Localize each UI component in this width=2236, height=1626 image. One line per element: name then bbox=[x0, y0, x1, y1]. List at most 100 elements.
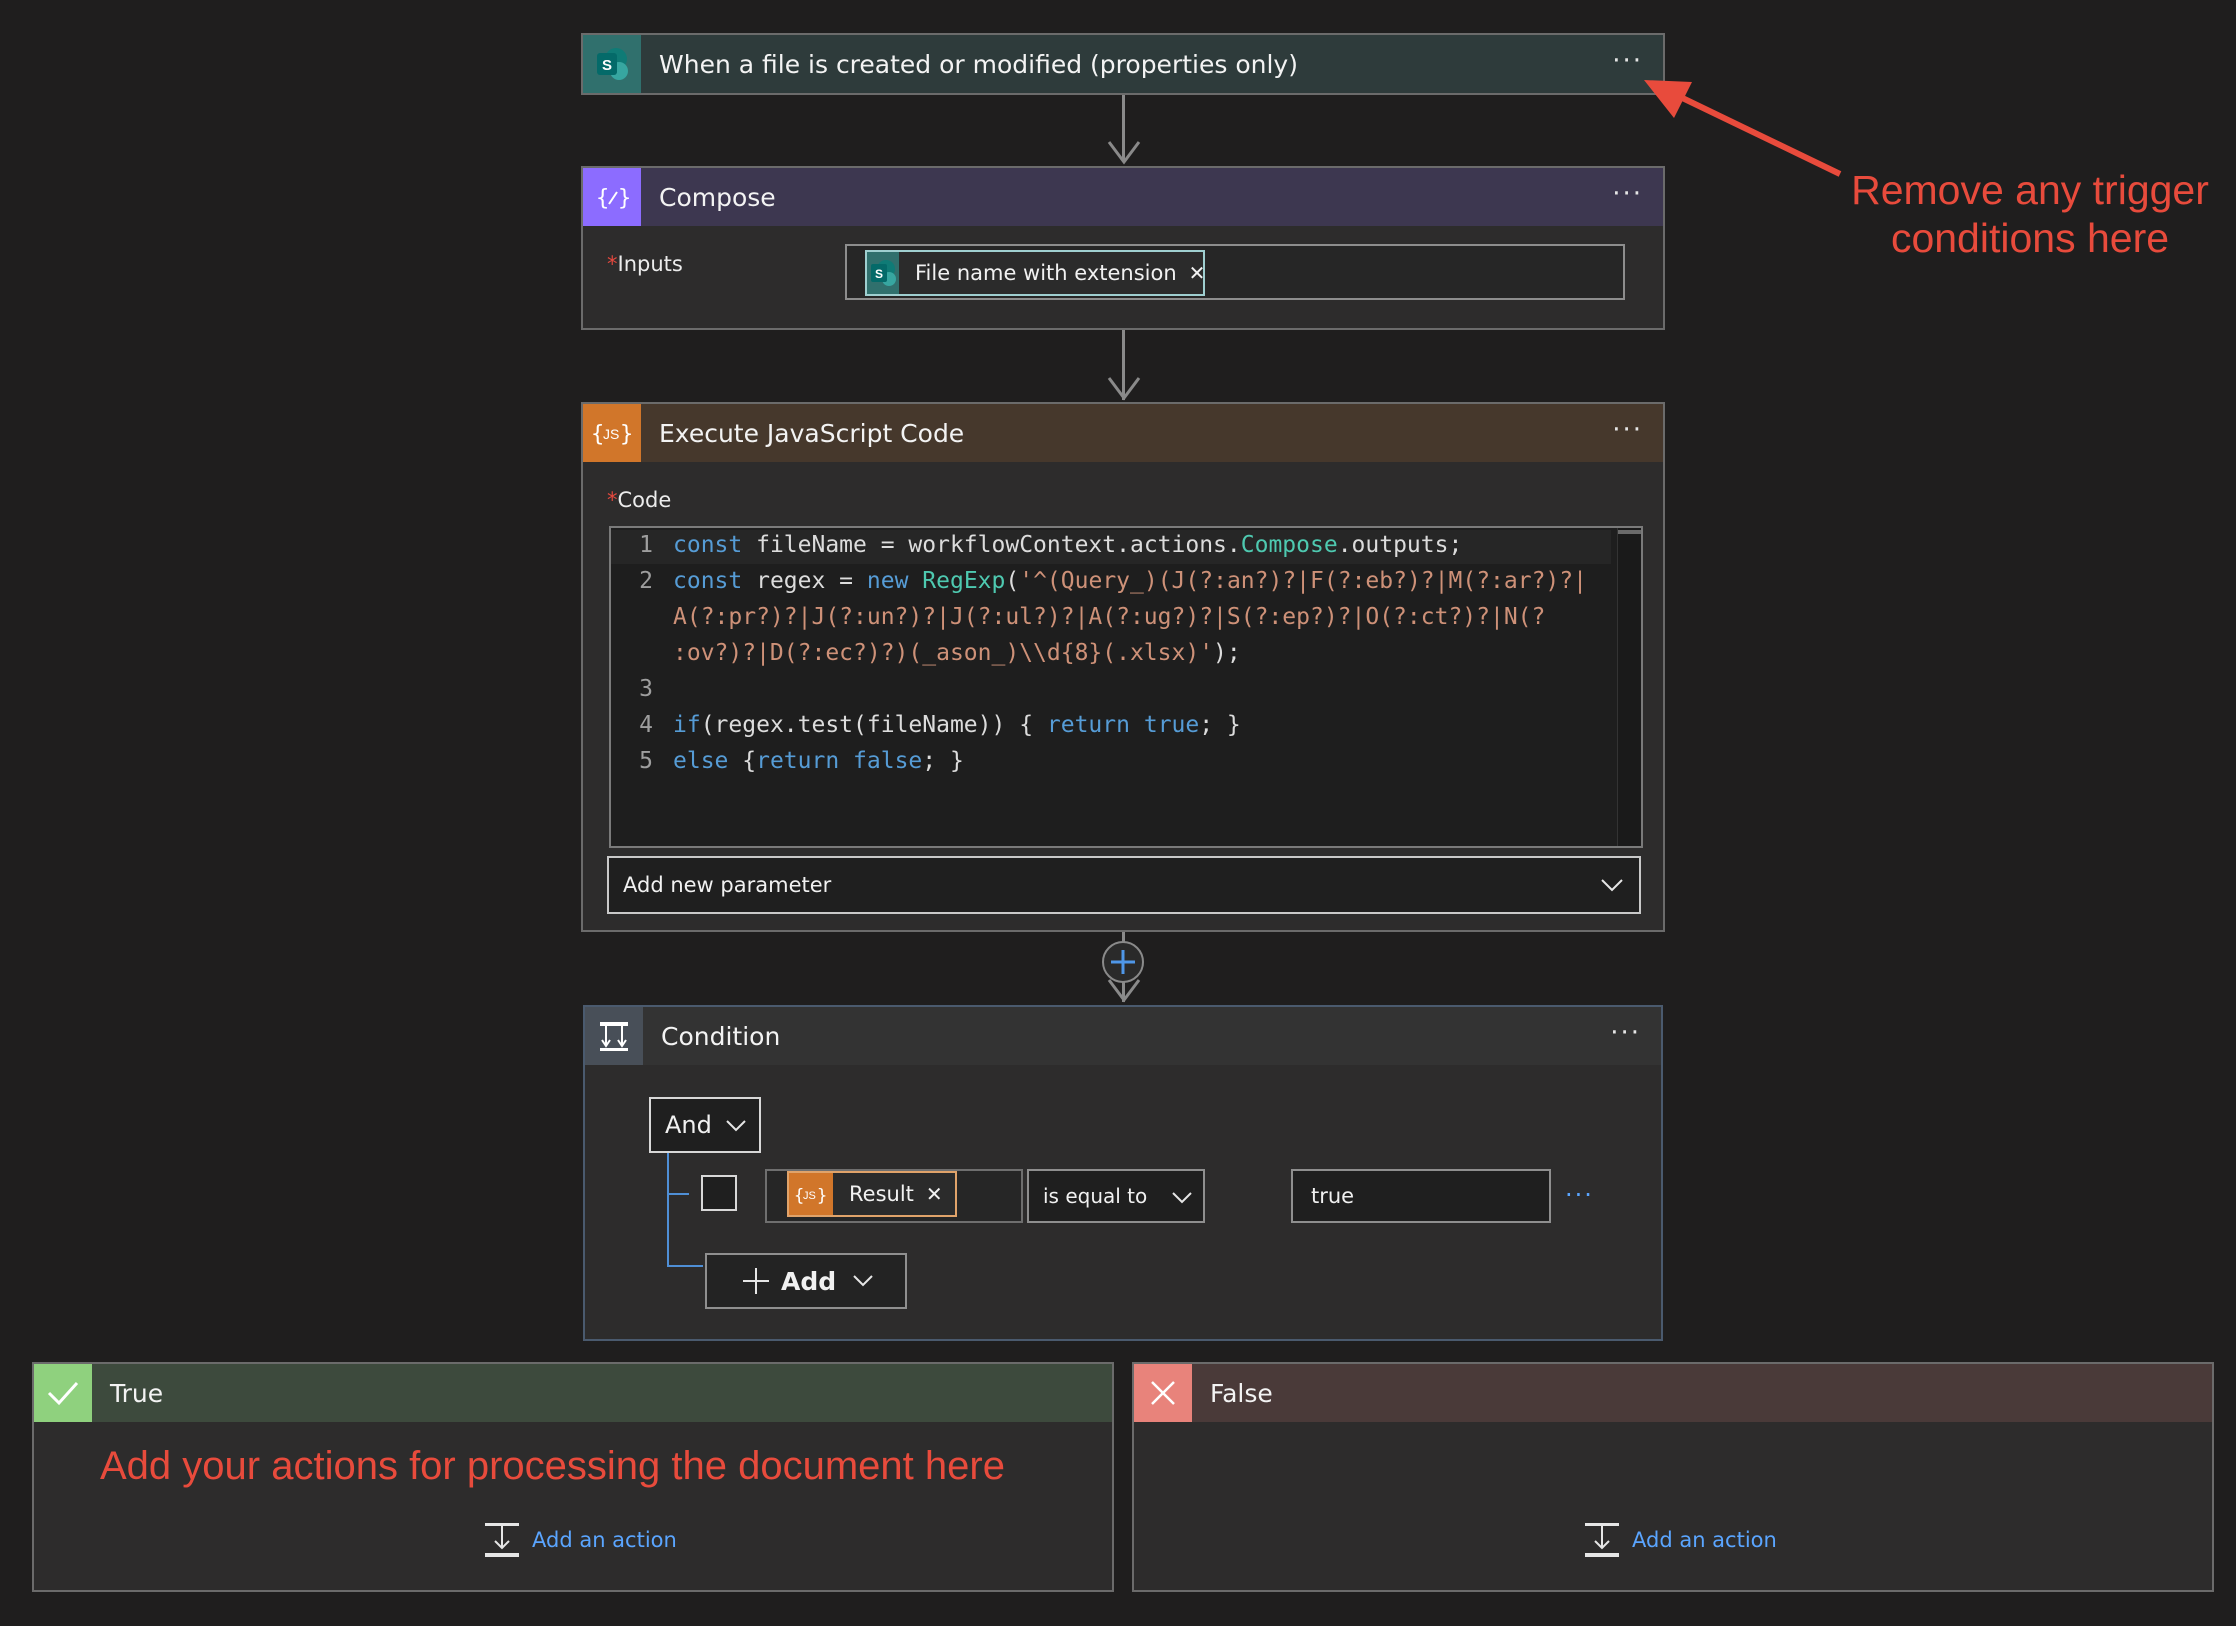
line-number: 4 bbox=[639, 712, 653, 738]
add-an-action-false[interactable]: Add an action bbox=[1582, 1520, 1777, 1560]
chevron-down-icon bbox=[726, 1120, 746, 1132]
row-menu-button[interactable]: ··· bbox=[1565, 1181, 1594, 1209]
group-operator-label: And bbox=[665, 1111, 712, 1139]
insert-step-button[interactable] bbox=[1102, 941, 1144, 983]
add-an-action-link[interactable]: Add an action bbox=[1632, 1528, 1777, 1552]
add-action-icon bbox=[1585, 1523, 1619, 1557]
code-editor[interactable]: 1 const fileName = workflowContext.actio… bbox=[609, 526, 1643, 848]
code-line-5: else {return false; } bbox=[673, 748, 964, 774]
javascript-icon: {JS} bbox=[789, 1173, 833, 1215]
keyword: return bbox=[1046, 712, 1130, 738]
add-new-parameter-label: Add new parameter bbox=[623, 873, 832, 897]
keyword: const bbox=[673, 532, 743, 558]
sharepoint-icon: S bbox=[867, 252, 899, 294]
compose-menu-button[interactable]: ··· bbox=[1612, 179, 1643, 209]
line-number: 5 bbox=[639, 748, 653, 774]
code-label-row: *Code bbox=[607, 488, 671, 512]
javascript-menu-button[interactable]: ··· bbox=[1612, 415, 1643, 445]
add-action-icon bbox=[485, 1523, 519, 1557]
keyword: true bbox=[1143, 712, 1200, 738]
code-line-4: if(regex.test(fileName)) { return true; … bbox=[673, 712, 1241, 738]
condition-title: Condition bbox=[661, 1021, 781, 1051]
chevron-down-icon bbox=[1601, 879, 1623, 892]
left-operand-field[interactable]: {JS} Result ✕ bbox=[765, 1169, 1023, 1223]
dynamic-content-token[interactable]: S File name with extension ✕ bbox=[865, 250, 1205, 296]
keyword: else bbox=[673, 748, 729, 774]
operator-dropdown[interactable]: is equal to bbox=[1027, 1169, 1205, 1223]
inputs-label-row: *Inputs bbox=[607, 252, 683, 276]
code-line-1: const fileName = workflowContext.actions… bbox=[673, 532, 1462, 558]
code-text: ); bbox=[1213, 640, 1241, 666]
code-string: :ov?)?|D(?:ec?)?)(_ason_)\\d{8}(.xlsx)' bbox=[673, 640, 1214, 666]
compose-title: Compose bbox=[659, 182, 776, 212]
trigger-annotation: Remove any trigger conditions here bbox=[1840, 166, 2220, 262]
svg-text:{: { bbox=[596, 186, 609, 211]
false-branch: False Add an action bbox=[1132, 1362, 2214, 1592]
required-mark: * bbox=[607, 488, 618, 512]
compose-card: {} Compose ··· *Inputs S File name with … bbox=[581, 166, 1665, 330]
plus-icon bbox=[743, 1268, 769, 1294]
svg-text:}: } bbox=[618, 186, 630, 211]
code-text: ; } bbox=[922, 748, 964, 774]
svg-text:S: S bbox=[875, 267, 883, 281]
keyword: if bbox=[673, 712, 701, 738]
keyword: return bbox=[756, 748, 840, 774]
annotation-line-2: conditions here bbox=[1890, 215, 2170, 261]
code-identifier: RegExp bbox=[922, 568, 1006, 594]
result-token[interactable]: {JS} Result ✕ bbox=[787, 1171, 957, 1217]
code-text: fileName = workflowContext.actions. bbox=[742, 532, 1241, 558]
condition-icon bbox=[585, 1007, 643, 1065]
sharepoint-icon: S bbox=[583, 35, 641, 93]
svg-text:JS: JS bbox=[603, 426, 619, 442]
condition-card: Condition ··· And {JS} Result ✕ is equal… bbox=[583, 1005, 1663, 1341]
add-an-action-true[interactable]: Add an action bbox=[482, 1520, 677, 1560]
tree-line bbox=[667, 1153, 669, 1267]
operator-label: is equal to bbox=[1043, 1184, 1148, 1208]
keyword: new bbox=[866, 568, 909, 594]
javascript-card: {JS} Execute JavaScript Code ··· *Code 1… bbox=[581, 402, 1665, 932]
line-number: 1 bbox=[639, 532, 653, 558]
true-title: True bbox=[110, 1378, 164, 1408]
plus-icon bbox=[1111, 950, 1135, 974]
true-branch-annotation: Add your actions for processing the docu… bbox=[100, 1444, 1005, 1488]
code-text: (regex.test(fileName)) { bbox=[700, 712, 1047, 738]
annotation-line-1: Remove any trigger bbox=[1851, 167, 2209, 213]
inputs-field[interactable]: S File name with extension ✕ bbox=[845, 244, 1625, 300]
chevron-down-icon bbox=[1172, 1192, 1192, 1204]
connector-arrow bbox=[1107, 141, 1141, 165]
value-text: true bbox=[1311, 1184, 1355, 1208]
code-identifier: Compose bbox=[1240, 532, 1338, 558]
token-remove-icon[interactable]: ✕ bbox=[926, 1182, 943, 1206]
javascript-icon: {JS} bbox=[583, 404, 641, 462]
token-remove-icon[interactable]: ✕ bbox=[1189, 261, 1206, 285]
code-label: Code bbox=[617, 488, 672, 512]
inputs-label: Inputs bbox=[617, 252, 683, 276]
compose-icon: {} bbox=[583, 168, 641, 226]
add-new-parameter-dropdown[interactable]: Add new parameter bbox=[607, 856, 1641, 914]
tree-branch bbox=[667, 1265, 703, 1267]
javascript-title: Execute JavaScript Code bbox=[659, 418, 965, 448]
trigger-card[interactable]: S When a file is created or modified (pr… bbox=[581, 33, 1665, 95]
row-checkbox[interactable] bbox=[701, 1175, 737, 1211]
keyword: const bbox=[673, 568, 743, 594]
code-text: { bbox=[728, 748, 757, 774]
right-operand-field[interactable]: true bbox=[1291, 1169, 1551, 1223]
svg-text:JS: JS bbox=[803, 1190, 816, 1202]
add-an-action-link[interactable]: Add an action bbox=[532, 1528, 677, 1552]
code-string: '^(Query_)(J(?:an?)?|F(?:eb?)?|M(?:ar?)?… bbox=[1019, 568, 1587, 594]
group-operator-dropdown[interactable]: And bbox=[649, 1097, 761, 1153]
condition-menu-button[interactable]: ··· bbox=[1610, 1018, 1641, 1048]
svg-text:}: } bbox=[620, 422, 633, 447]
code-text: regex = bbox=[742, 568, 867, 594]
code-text: .outputs; bbox=[1337, 532, 1463, 558]
editor-scrollbar[interactable] bbox=[1617, 528, 1641, 846]
code-text: ( bbox=[1005, 568, 1020, 594]
add-label: Add bbox=[781, 1266, 837, 1296]
add-button[interactable]: Add bbox=[705, 1253, 907, 1309]
token-label: File name with extension bbox=[915, 261, 1177, 285]
tree-branch bbox=[667, 1193, 689, 1195]
code-line-2: const regex = new RegExp('^(Query_)(J(?:… bbox=[673, 568, 1587, 594]
